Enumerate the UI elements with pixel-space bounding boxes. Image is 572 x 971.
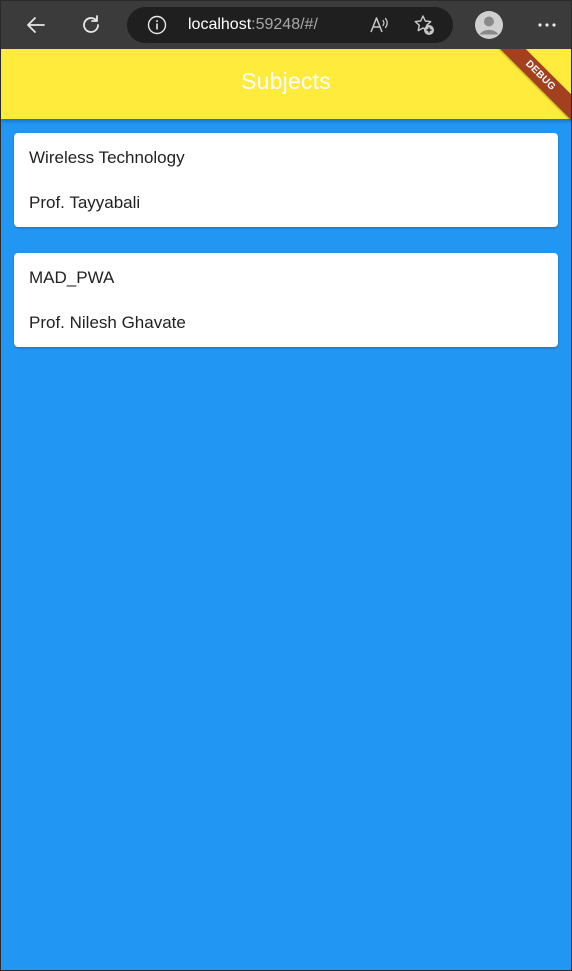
subject-teacher: Prof. Nilesh Ghavate (29, 313, 186, 332)
url-path: :59248/#/ (251, 16, 318, 33)
url-text[interactable]: localhost:59248/#/ (188, 15, 318, 35)
subject-name: MAD_PWA (29, 268, 115, 287)
add-favorite-icon[interactable] (412, 13, 436, 37)
app-viewport: Subjects DEBUG Wireless Technology Prof.… (1, 49, 571, 970)
back-button[interactable] (20, 9, 52, 41)
url-host: localhost (188, 16, 252, 33)
profile-avatar-icon (475, 11, 503, 39)
read-aloud-icon[interactable] (368, 14, 390, 36)
browser-toolbar: localhost:59248/#/ (1, 1, 571, 49)
refresh-button[interactable] (75, 9, 107, 41)
subject-list: Wireless Technology Prof. Tayyabali MAD_… (14, 133, 558, 373)
more-options-icon (538, 23, 556, 27)
browser-window: localhost:59248/#/ Subjects DEBUG Wirele… (0, 0, 572, 971)
subject-card[interactable]: Wireless Technology Prof. Tayyabali (14, 133, 558, 227)
back-arrow-icon (27, 17, 45, 33)
app-bar: Subjects DEBUG (1, 49, 571, 129)
address-bar[interactable]: localhost:59248/#/ (127, 7, 453, 43)
subject-card[interactable]: MAD_PWA Prof. Nilesh Ghavate (14, 253, 558, 347)
page-title: Subjects (241, 68, 331, 94)
refresh-icon (83, 15, 99, 33)
profile-button[interactable] (473, 9, 505, 41)
subject-name: Wireless Technology (29, 148, 185, 167)
more-options-button[interactable] (531, 9, 563, 41)
info-icon[interactable] (147, 15, 167, 35)
subject-teacher: Prof. Tayyabali (29, 193, 141, 212)
